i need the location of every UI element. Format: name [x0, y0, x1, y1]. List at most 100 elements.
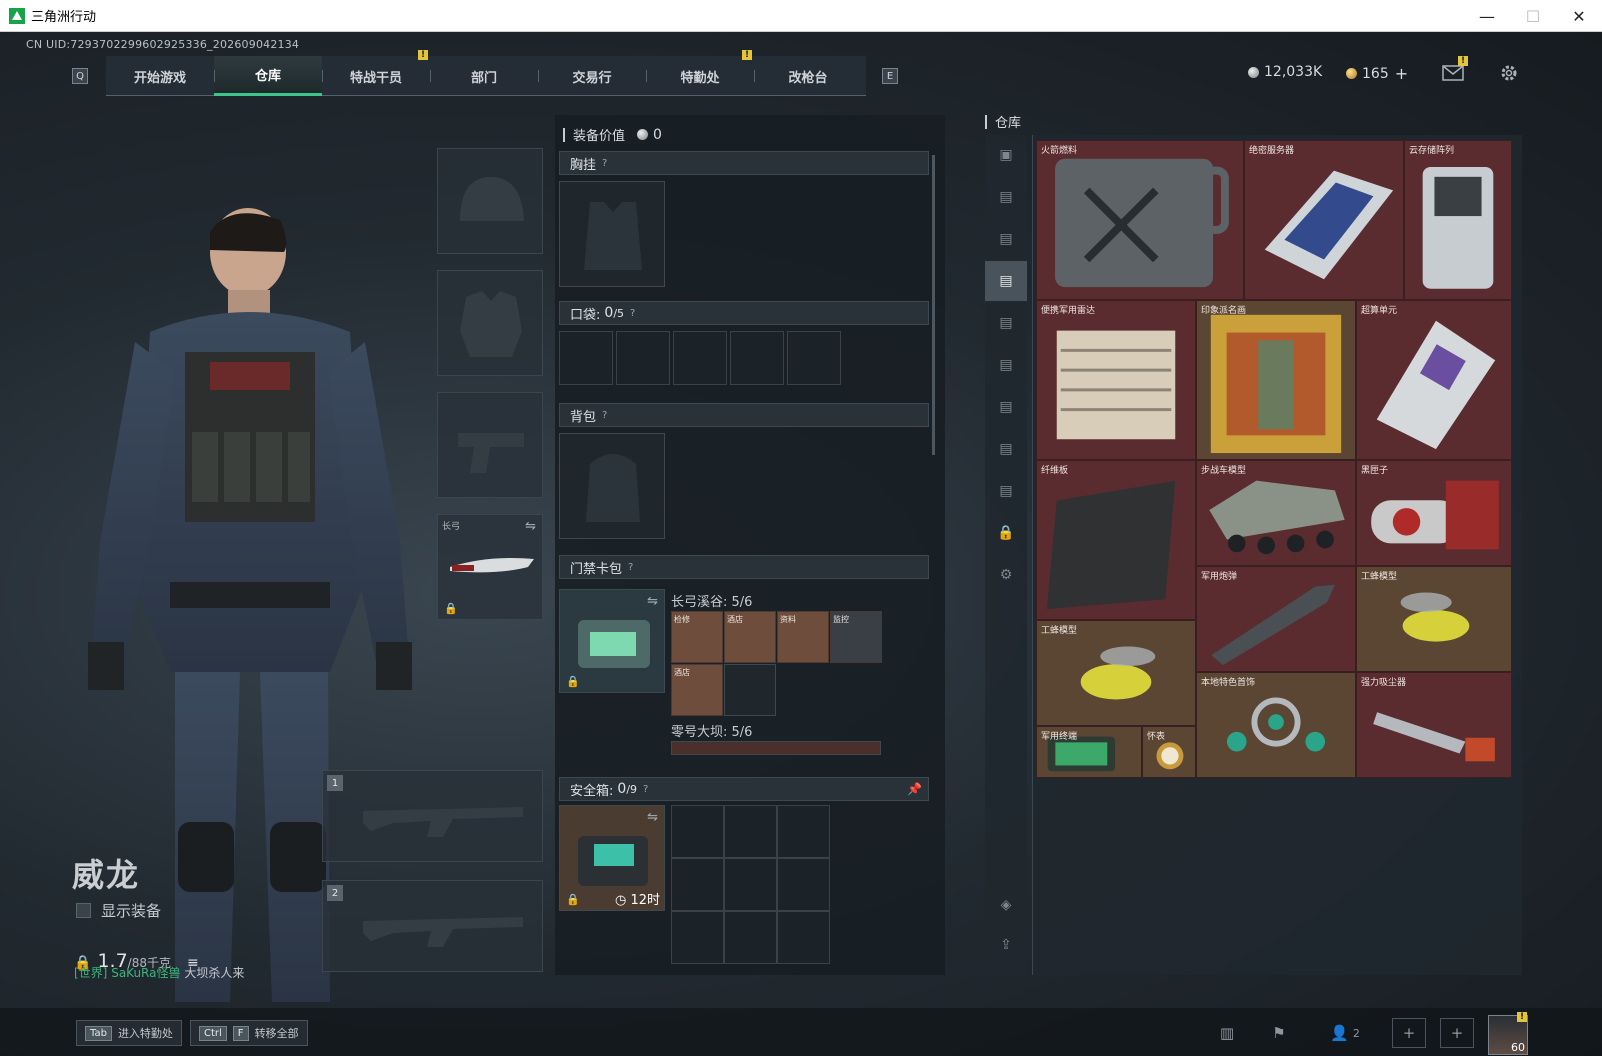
stash-item[interactable]: 工蜂模型	[1356, 566, 1512, 672]
friends-icon[interactable]: 👤 2	[1320, 1018, 1370, 1048]
show-equipment-checkbox[interactable]	[76, 903, 91, 918]
stash-item[interactable]: 绝密服务器	[1244, 140, 1404, 300]
stash-item[interactable]: 军用终端	[1036, 726, 1142, 778]
melee-slot[interactable]: 长弓 ⇋ 🔒	[437, 514, 543, 620]
stash-item[interactable]: 印象派名画	[1196, 300, 1356, 460]
lock-icon: 🔒	[566, 675, 580, 688]
stats-chart-icon[interactable]: ▥	[1210, 1018, 1244, 1048]
stash-layers-icon[interactable]: ◈	[985, 885, 1027, 925]
add-teammate-button[interactable]: +	[1392, 1018, 1426, 1048]
pocket-cell[interactable]	[730, 331, 784, 385]
stash-sort-icon[interactable]: ⇪	[985, 925, 1027, 965]
stash-item[interactable]: 步战车模型	[1196, 460, 1356, 566]
maximize-button[interactable]: ☐	[1510, 0, 1556, 32]
keycard-empty-cell[interactable]	[724, 664, 776, 716]
swap-icon[interactable]: ⇋	[647, 810, 658, 825]
close-button[interactable]: ✕	[1556, 0, 1602, 32]
safe-cell[interactable]	[671, 858, 724, 911]
keycard-item[interactable]: 酒店	[671, 664, 723, 716]
swap-icon[interactable]: ⇋	[525, 519, 536, 534]
stash-item[interactable]: 火箭燃料	[1036, 140, 1244, 300]
stash-all-icon[interactable]: ▣	[985, 135, 1027, 175]
stash-page-7-icon[interactable]: ▤	[985, 429, 1027, 469]
pocket-cell[interactable]	[787, 331, 841, 385]
stash-page-1-icon[interactable]: ▤	[985, 177, 1027, 217]
tab-special-ops[interactable]: 特勤处!	[646, 50, 754, 96]
safe-cell[interactable]	[724, 805, 777, 858]
tab-operators[interactable]: 特战干员!	[322, 50, 430, 96]
nav-prev-key[interactable]: Q	[72, 68, 88, 84]
add-teammate-button[interactable]: +	[1440, 1018, 1474, 1048]
flag-icon[interactable]: ⚑	[1262, 1018, 1296, 1048]
keycard-item[interactable]: 检修	[671, 611, 723, 663]
stash-locked-icon[interactable]: 🔒	[985, 513, 1027, 553]
chest-rig-slot[interactable]	[559, 181, 665, 287]
keycard-item[interactable]: 监控	[830, 611, 882, 663]
help-icon[interactable]: ?	[602, 410, 607, 421]
loadout-scrollbar[interactable]	[932, 155, 935, 455]
help-icon[interactable]: ?	[628, 562, 633, 573]
show-equipment-toggle[interactable]: 显示装备	[76, 900, 161, 921]
slot-number-badge: 2	[327, 885, 343, 901]
nav-next-key[interactable]: E	[882, 68, 898, 84]
stash-title-label: 仓库	[995, 116, 1022, 131]
map2-keycard-row[interactable]	[671, 741, 881, 755]
stash-item[interactable]: 云存储阵列	[1404, 140, 1512, 300]
stash-item[interactable]: 强力吸尘器	[1356, 672, 1512, 778]
secondary-weapon-slot[interactable]: 2	[322, 880, 543, 972]
safe-cell[interactable]	[724, 911, 777, 964]
pocket-cell[interactable]	[616, 331, 670, 385]
stash-page-5-icon[interactable]: ▤	[985, 345, 1027, 385]
stash-item[interactable]: 纤维板	[1036, 460, 1196, 620]
keycard-item[interactable]: 资料	[777, 611, 829, 663]
stash-page-4-icon[interactable]: ▤	[985, 303, 1027, 343]
help-icon[interactable]: ?	[602, 158, 607, 169]
add-currency-button[interactable]: +	[1395, 64, 1408, 83]
stash-item[interactable]: 黑匣子	[1356, 460, 1512, 566]
player-avatar[interactable]: ! 60	[1488, 1012, 1528, 1055]
safe-cell[interactable]	[671, 805, 724, 858]
tab-start-game[interactable]: 开始游戏	[106, 56, 214, 96]
backpack-slot[interactable]	[559, 433, 665, 539]
stash-item[interactable]: 怀表	[1142, 726, 1196, 778]
stash-item[interactable]: 便携军用雷达	[1036, 300, 1196, 460]
minimize-button[interactable]: —	[1464, 0, 1510, 32]
safe-count-value: 0	[617, 781, 627, 797]
stash-item[interactable]: 本地特色首饰	[1196, 672, 1356, 778]
stash-item[interactable]: 工蜂模型	[1036, 620, 1196, 726]
pocket-cell[interactable]	[673, 331, 727, 385]
stash-page-8-icon[interactable]: ▤	[985, 471, 1027, 511]
swap-icon[interactable]: ⇋	[647, 594, 658, 609]
mail-icon[interactable]: !	[1440, 56, 1468, 86]
tab-department[interactable]: 部门	[430, 56, 538, 96]
pin-icon[interactable]: 📌	[907, 782, 922, 796]
tab-trade[interactable]: 交易行	[538, 56, 646, 96]
help-icon[interactable]: ?	[630, 308, 635, 319]
pistol-slot[interactable]	[437, 392, 543, 498]
stash-page-2-icon[interactable]: ▤	[985, 219, 1027, 259]
keycard-bag-slot[interactable]: ⇋ 🔒	[559, 589, 665, 693]
safe-cell[interactable]	[671, 911, 724, 964]
tab-gunsmith[interactable]: 改枪台	[754, 56, 862, 96]
stash-item[interactable]: 军用炮弹	[1196, 566, 1356, 672]
helmet-slot[interactable]	[437, 148, 543, 254]
stash-page-3-icon[interactable]: ▤	[985, 261, 1027, 301]
settings-gear-icon[interactable]	[1496, 60, 1522, 86]
chat-line[interactable]: [世界] SaKuRa怪兽 大坝杀人来	[74, 964, 244, 981]
stash-page-6-icon[interactable]: ▤	[985, 387, 1027, 427]
safe-cell[interactable]	[724, 858, 777, 911]
transfer-all-hint[interactable]: Ctrl F 转移全部	[190, 1020, 308, 1046]
help-icon[interactable]: ?	[643, 784, 648, 795]
safe-cell[interactable]	[777, 911, 830, 964]
keycard-item[interactable]: 酒店	[724, 611, 776, 663]
stash-settings-icon[interactable]: ⚙	[985, 555, 1027, 595]
tab-warehouse[interactable]: 仓库	[214, 56, 322, 96]
armor-slot[interactable]	[437, 270, 543, 376]
safe-cell[interactable]	[777, 805, 830, 858]
primary-weapon-slot[interactable]: 1	[322, 770, 543, 862]
safe-cell[interactable]	[777, 858, 830, 911]
pocket-cell[interactable]	[559, 331, 613, 385]
stash-item[interactable]: 超算单元	[1356, 300, 1512, 460]
enter-special-ops-hint[interactable]: Tab 进入特勤处	[76, 1020, 182, 1046]
safe-box-slot[interactable]: ⇋ 🔒 ◷ 12时	[559, 805, 665, 911]
